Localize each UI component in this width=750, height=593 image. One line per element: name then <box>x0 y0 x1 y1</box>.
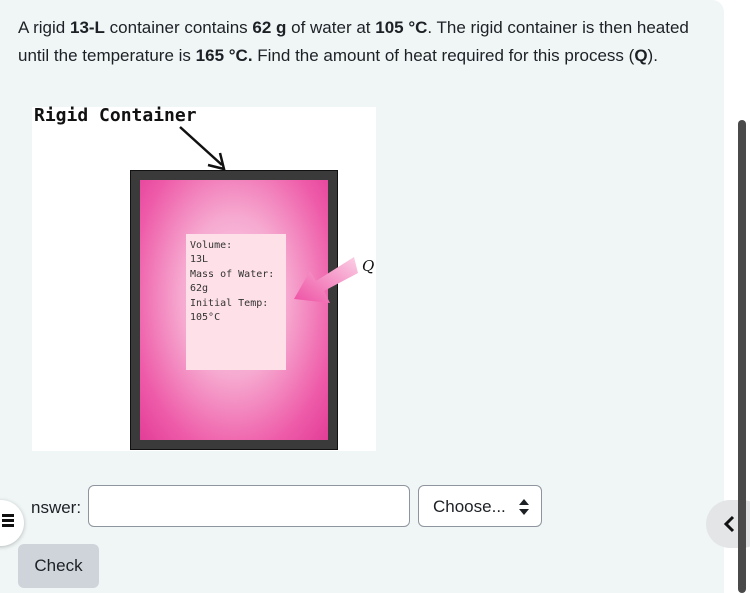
question-text: A rigid 13-L container contains 62 g of … <box>18 14 708 70</box>
updown-arrows-icon <box>519 499 529 515</box>
question-emphasis: Q <box>634 46 648 65</box>
question-fragment: ). <box>647 46 658 65</box>
scrollbar[interactable] <box>738 120 746 593</box>
heat-label: Q <box>362 257 375 275</box>
hamburger-icon <box>2 514 14 529</box>
answer-label: nswer: <box>31 498 82 517</box>
unit-select[interactable]: Choose... <box>418 485 542 527</box>
question-emphasis: 62 g <box>252 18 287 37</box>
question-emphasis: 13-L <box>69 18 105 37</box>
question-fragment: container contains <box>104 18 253 37</box>
question-panel: A rigid 13-L container contains 62 g of … <box>0 0 724 593</box>
question-fragment: of water at <box>286 18 376 37</box>
heat-arrow <box>294 257 358 303</box>
answer-input[interactable] <box>88 485 410 527</box>
unit-select-value: Choose... <box>433 497 506 516</box>
question-fragment: A rigid <box>18 18 70 37</box>
rigid-container-figure: Rigid Container Volume: 13L Mass of Wate… <box>32 105 376 451</box>
check-button[interactable]: Check <box>18 544 99 588</box>
question-fragment: Find the amount of heat required for thi… <box>252 46 635 65</box>
question-emphasis: 105 °C <box>375 18 428 37</box>
chevron-left-icon <box>723 515 735 533</box>
question-emphasis: 165 °C. <box>195 46 253 65</box>
